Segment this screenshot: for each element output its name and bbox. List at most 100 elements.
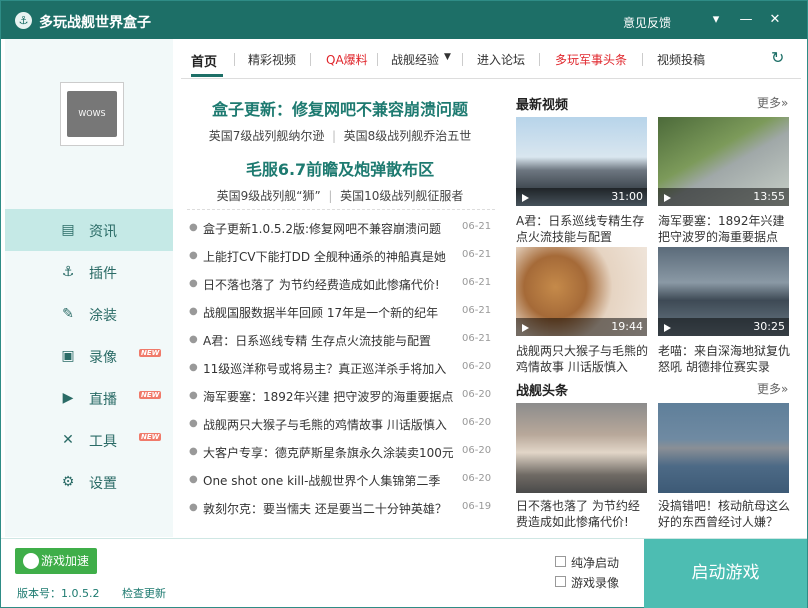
news-title: A君：日系巡线专精 生存点火流技能与配置 <box>203 334 432 348</box>
checkbox-box[interactable] <box>555 556 566 567</box>
news-thumbnail[interactable] <box>516 403 647 493</box>
list-item[interactable]: ● 战舰国服数据半年回顾 17年是一个新的纪年 06-21 <box>189 299 495 327</box>
sidebar-item-settings[interactable]: ⚙ 设置 <box>5 461 173 503</box>
list-item[interactable]: ● 战舰两只大猴子与毛熊的鸡情故事 川话版慎入 06-20 <box>189 411 495 439</box>
list-item[interactable]: ● 上能打CV下能打DD 全舰种通杀的神船真是她 06-21 <box>189 243 495 271</box>
tab-experience[interactable]: 战舰经验 <box>391 51 439 68</box>
video-title[interactable]: 海军要塞：1892年兴建 把守波罗的海重要据点 <box>658 213 790 245</box>
tab-divider <box>377 53 378 66</box>
video-title[interactable]: 老喵：来自深海地狱复仇怒吼 胡德排位赛实录 <box>658 343 790 375</box>
news-title: 上能打CV下能打DD 全舰种通杀的神船真是她 <box>203 250 446 264</box>
video-duration: 19:44 <box>611 320 643 333</box>
sidebar-item-news[interactable]: ▤ 资讯 <box>5 209 173 251</box>
sidebar-item-label: 工具 <box>89 434 117 450</box>
menu-dropdown-icon[interactable]: ▾ <box>705 10 727 30</box>
checkbox-label: 游戏录像 <box>571 576 620 590</box>
headline-sub-link[interactable]: 英国8级战列舰乔治五世 <box>344 129 472 143</box>
warnews-more-link[interactable]: 更多» <box>757 380 788 397</box>
bullet-icon: ● <box>189 474 198 485</box>
new-badge: NEW <box>139 391 162 399</box>
video-duration: 30:25 <box>753 320 785 333</box>
videos-more-link[interactable]: 更多» <box>757 94 788 111</box>
start-game-button[interactable]: 启动游戏 <box>644 539 807 608</box>
tab-video-submit[interactable]: 视频投稿 <box>657 51 705 68</box>
video-thumbnail[interactable]: 30:25 <box>658 247 789 336</box>
list-item[interactable]: ● 敦刻尔克：要当懦夫 还是要当二十分钟英雄？ 06-19 <box>189 495 495 523</box>
tab-military-news[interactable]: 多玩军事头条 <box>555 51 627 68</box>
bullet-icon: ● <box>189 306 198 317</box>
news-date: 06-21 <box>462 333 492 344</box>
news-date: 06-21 <box>462 277 492 288</box>
news-date: 06-20 <box>462 473 492 484</box>
app-window: ⚓ 多玩战舰世界盒子 意见反馈 ▾ — ✕ WOWS ▤ 资讯 ⚓ 插件 ✎ 涂… <box>0 0 808 608</box>
tab-divider <box>462 53 463 66</box>
news-thumbnail[interactable] <box>658 403 789 493</box>
bullet-icon: ● <box>189 362 198 373</box>
news-date: 06-20 <box>462 361 492 372</box>
tab-home[interactable]: 首页 <box>191 51 217 70</box>
video-thumbnail[interactable]: 31:00 <box>516 117 647 206</box>
sidebar-item-recordings[interactable]: ▣ 录像 NEW <box>5 335 173 377</box>
headline-sub-link[interactable]: 英国9级战列舰“狮” <box>217 189 321 203</box>
news-title: 海军要塞：1892年兴建 把守波罗的海重要据点 <box>203 390 453 404</box>
game-avatar: WOWS <box>60 82 124 146</box>
sidebar-item-live[interactable]: ▶ 直播 NEW <box>5 377 173 419</box>
headline-sub-link[interactable]: 英国10级战列舰征服者 <box>340 189 463 203</box>
video-thumbnail[interactable]: 19:44 <box>516 247 647 336</box>
sidebar-item-label: 资讯 <box>89 224 117 240</box>
new-badge: NEW <box>139 349 162 357</box>
feedback-link[interactable]: 意见反馈 <box>623 14 671 31</box>
bullet-icon: ● <box>189 502 198 513</box>
close-icon[interactable]: ✕ <box>764 10 786 30</box>
list-item[interactable]: ● 大客户专享：德克萨斯星条旗永久涂装卖100元 06-20 <box>189 439 495 467</box>
headline-sub-link[interactable]: 英国7级战列舰纳尔逊 <box>209 129 325 143</box>
play-icon <box>664 324 671 332</box>
tab-videos[interactable]: 精彩视频 <box>248 51 296 68</box>
bullet-icon: ● <box>189 446 198 457</box>
list-item[interactable]: ● A君：日系巡线专精 生存点火流技能与配置 06-21 <box>189 327 495 355</box>
video-thumbnail[interactable]: 13:55 <box>658 117 789 206</box>
list-item[interactable]: ● 11级巡洋称号或将易主？真正巡洋杀手将加入 06-20 <box>189 355 495 383</box>
tab-forum[interactable]: 进入论坛 <box>477 51 525 68</box>
bullet-icon: ● <box>189 222 198 233</box>
anchor-icon: ⚓ <box>61 264 75 280</box>
video-record-icon: ▣ <box>61 348 75 364</box>
list-item[interactable]: ● One shot one kill-战舰世界个人集锦第二季 06-20 <box>189 467 495 495</box>
accelerate-button[interactable]: 游戏加速 <box>15 548 97 574</box>
headline-2[interactable]: 毛服6.7前瞻及炮弹散布区 <box>187 156 493 180</box>
news-date: 06-19 <box>462 501 492 512</box>
tab-qa[interactable]: QA爆料 <box>326 51 368 68</box>
sidebar-item-skins[interactable]: ✎ 涂装 <box>5 293 173 335</box>
sidebar-item-tools[interactable]: ✕ 工具 NEW <box>5 419 173 461</box>
video-title[interactable]: A君：日系巡线专精生存点火流技能与配置 <box>516 213 648 245</box>
sidebar: WOWS ▤ 资讯 ⚓ 插件 ✎ 涂装 ▣ 录像 NEW ▶ 直播 NEW ✕ … <box>5 39 173 537</box>
sidebar-item-label: 直播 <box>89 392 117 408</box>
sidebar-item-plugins[interactable]: ⚓ 插件 <box>5 251 173 293</box>
news-date: 06-20 <box>462 445 492 456</box>
headline-1[interactable]: 盒子更新：修复网吧不兼容崩溃问题 <box>187 96 493 120</box>
news-divider <box>187 209 495 210</box>
chevron-down-icon[interactable]: ▼ <box>444 52 451 62</box>
checkbox-box[interactable] <box>555 576 566 587</box>
list-item[interactable]: ● 海军要塞：1892年兴建 把守波罗的海重要据点 06-20 <box>189 383 495 411</box>
news-title: One shot one kill-战舰世界个人集锦第二季 <box>203 474 441 488</box>
news-thumb-title[interactable]: 日不落也落了 为节约经费造成如此惨痛代价! <box>516 498 648 530</box>
sidebar-item-label: 设置 <box>89 476 117 492</box>
news-thumb-title[interactable]: 没搞错吧！核动航母这么好的东西曾经讨人嫌？ <box>658 498 790 530</box>
sidebar-item-label: 涂装 <box>89 308 117 324</box>
video-title[interactable]: 战舰两只大猴子与毛熊的鸡情故事 川话版慎入 <box>516 343 648 375</box>
warnews-section-title: 战舰头条 <box>516 384 569 399</box>
news-title: 11级巡洋称号或将易主？真正巡洋杀手将加入 <box>203 362 447 376</box>
list-item[interactable]: ● 日不落也落了 为节约经费造成如此惨痛代价! 06-21 <box>189 271 495 299</box>
accelerate-icon <box>23 553 39 569</box>
news-date: 06-21 <box>462 221 492 232</box>
video-duration: 13:55 <box>753 190 785 203</box>
check-update-link[interactable]: 检查更新 <box>122 585 166 601</box>
news-date: 06-20 <box>462 417 492 428</box>
paint-icon: ✎ <box>62 306 74 322</box>
sub-divider: | <box>328 129 340 143</box>
list-item[interactable]: ● 盒子更新1.0.5.2版:修复网吧不兼容崩溃问题 06-21 <box>189 215 495 243</box>
refresh-icon[interactable]: ↻ <box>771 48 784 67</box>
headline-2-subs: 英国9级战列舰“狮” | 英国10级战列舰征服者 <box>187 187 493 204</box>
minimize-icon[interactable]: — <box>735 10 757 30</box>
